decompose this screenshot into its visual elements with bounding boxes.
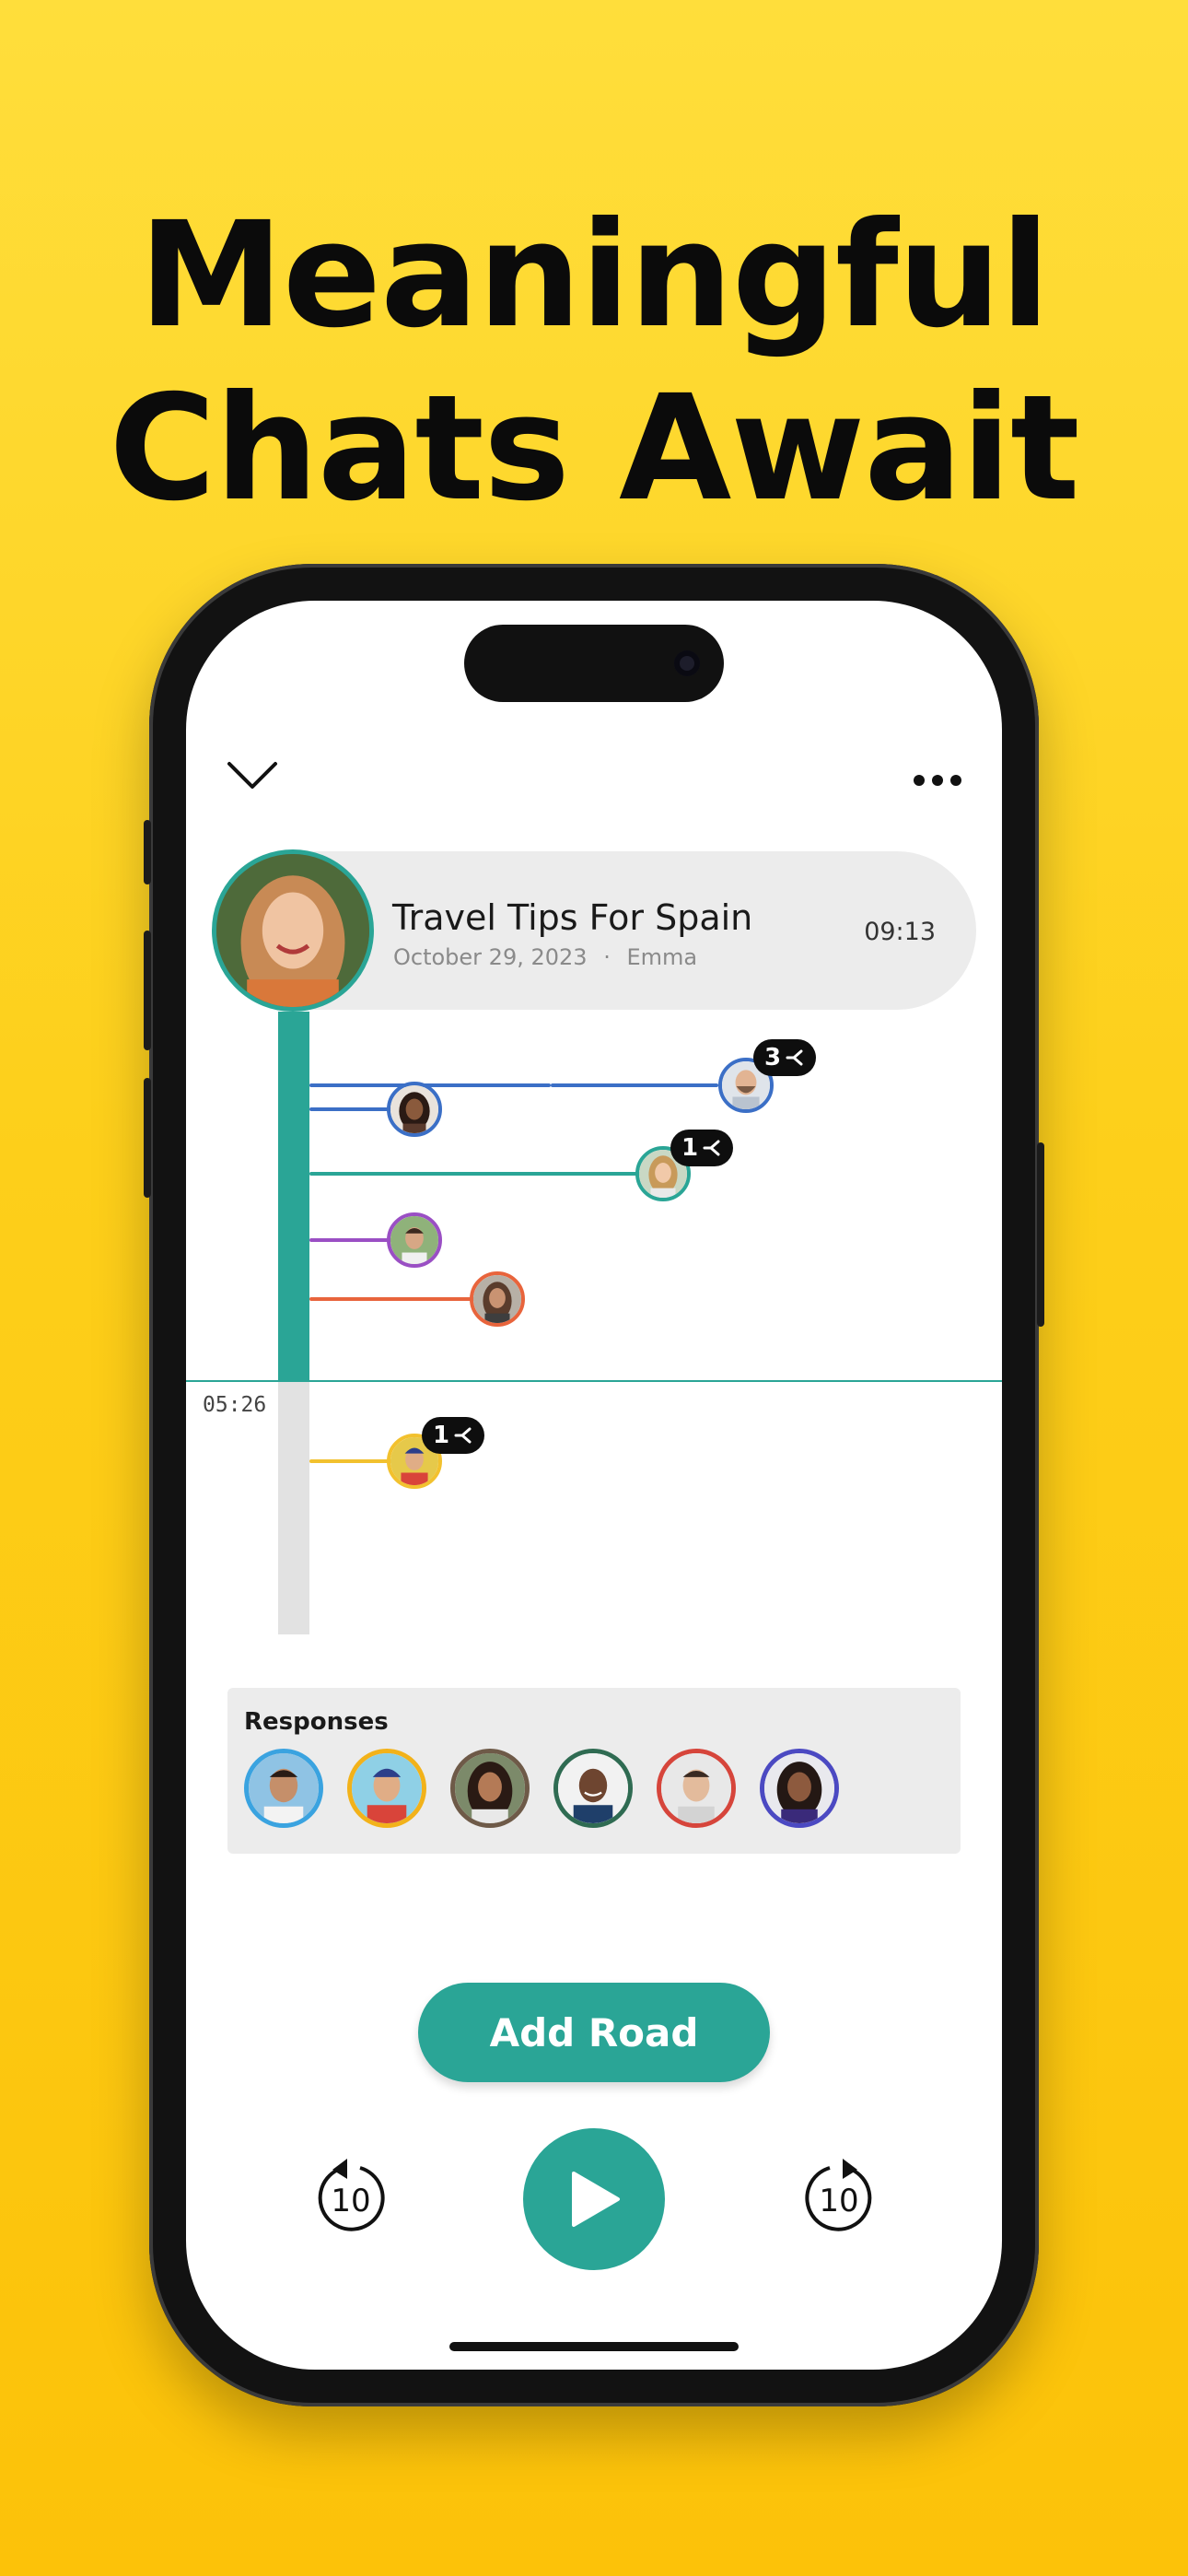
conversation-title: Travel Tips For Spain	[392, 897, 753, 938]
conversation-author: Emma	[626, 944, 698, 970]
playhead-time: 05:26	[203, 1393, 267, 1417]
responder-avatar[interactable]	[347, 1749, 426, 1828]
replies-badge[interactable]: 1	[670, 1130, 734, 1166]
response-node[interactable]	[470, 1271, 525, 1327]
rewind-10-button[interactable]: 10	[310, 2151, 391, 2240]
response-node[interactable]	[387, 1212, 442, 1268]
timeline-played	[278, 1012, 309, 1380]
play-button[interactable]	[523, 2128, 665, 2270]
responder-avatar[interactable]	[244, 1749, 323, 1828]
replies-count: 1	[433, 1422, 450, 1449]
headline-line-1: Meaningful	[138, 191, 1051, 360]
phone-screen: Travel Tips For Spain October 29, 2023 ·…	[186, 601, 1002, 2370]
rewind-seconds: 10	[331, 2183, 371, 2219]
replies-count: 1	[681, 1134, 699, 1162]
add-road-button[interactable]: Add Road	[418, 1983, 770, 2082]
playhead-line[interactable]	[186, 1380, 1002, 1382]
responses-panel: Responses	[227, 1688, 961, 1854]
headline-line-2: Chats Await	[109, 364, 1079, 533]
collapse-chevron-icon[interactable]	[223, 755, 282, 796]
branch-line	[309, 1172, 641, 1176]
meta-separator: ·	[603, 944, 611, 970]
branch-line	[309, 1297, 481, 1301]
response-node[interactable]	[387, 1082, 442, 1137]
responder-avatar[interactable]	[657, 1749, 736, 1828]
responder-avatar[interactable]	[760, 1749, 839, 1828]
phone-side-button	[144, 931, 151, 1050]
branch-line	[551, 1083, 718, 1087]
replies-badge[interactable]: 3	[753, 1039, 817, 1076]
host-avatar[interactable]	[212, 849, 374, 1012]
replies-count: 3	[764, 1044, 782, 1071]
replies-badge[interactable]: 1	[422, 1417, 485, 1454]
conversation-date: October 29, 2023	[393, 944, 588, 970]
headline: Meaningful Chats Await	[0, 189, 1188, 535]
timeline-remaining	[278, 1380, 309, 1634]
phone-side-button	[1037, 1142, 1044, 1327]
more-options-icon[interactable]	[910, 767, 965, 794]
branch-line	[309, 1238, 398, 1242]
conversation-duration: 09:13	[864, 918, 936, 946]
play-icon	[572, 2172, 620, 2227]
dynamic-island	[464, 625, 724, 702]
forward-10-button[interactable]: 10	[798, 2151, 879, 2240]
branch-icon	[703, 1140, 720, 1156]
conversation-meta: October 29, 2023 · Emma	[393, 944, 697, 970]
responses-label: Responses	[244, 1708, 389, 1736]
responder-avatar[interactable]	[553, 1749, 633, 1828]
home-indicator[interactable]	[449, 2342, 739, 2351]
responder-avatar[interactable]	[450, 1749, 530, 1828]
branch-icon	[786, 1049, 803, 1066]
branch-icon	[454, 1427, 472, 1444]
branch-line	[309, 1459, 398, 1463]
forward-seconds: 10	[819, 2183, 859, 2219]
phone-side-button	[144, 1078, 151, 1198]
phone-side-button	[144, 820, 151, 884]
